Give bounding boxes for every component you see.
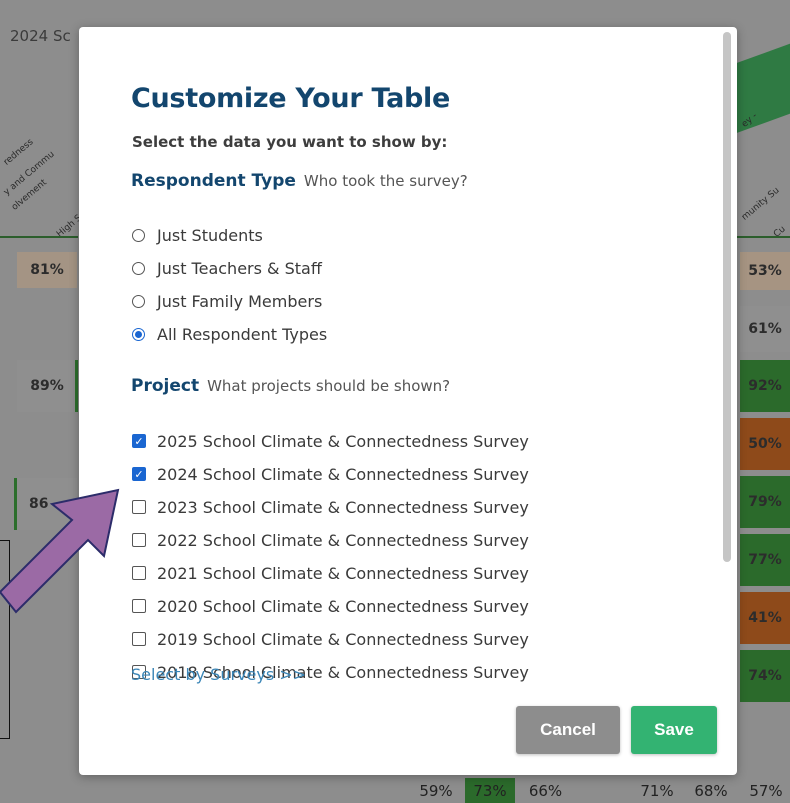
background-title: 2024 Sc	[10, 27, 71, 45]
modal-title: Customize Your Table	[131, 83, 450, 114]
table-cell: 57%	[749, 781, 783, 800]
column-label: munity Su	[740, 185, 782, 223]
checkbox-label: 2023 School Climate & Connectedness Surv…	[157, 497, 529, 517]
radio-just-students[interactable]: Just Students	[132, 223, 263, 247]
radio-all-respondent-types[interactable]: All Respondent Types	[132, 322, 327, 346]
table-cell: 41%	[740, 592, 790, 644]
save-button[interactable]: Save	[631, 706, 717, 754]
checkbox-2025-survey[interactable]: ✓ 2025 School Climate & Connectedness Su…	[132, 429, 529, 453]
radio-button[interactable]	[132, 294, 145, 308]
project-heading: Project What projects should be shown?	[131, 376, 450, 396]
header-divider	[737, 236, 790, 238]
checkbox-2021-survey[interactable]: 2021 School Climate & Connectedness Surv…	[132, 561, 529, 585]
checkbox-2020-survey[interactable]: 2020 School Climate & Connectedness Surv…	[132, 594, 529, 618]
annotation-arrow-icon	[0, 488, 120, 614]
checkbox-label: 2024 School Climate & Connectedness Surv…	[157, 464, 529, 484]
checkbox[interactable]	[132, 500, 146, 514]
section-title: Respondent Type	[131, 171, 296, 191]
checkbox-label: 2020 School Climate & Connectedness Surv…	[157, 596, 529, 616]
table-cell: 79%	[740, 476, 790, 528]
radio-just-teachers-staff[interactable]: Just Teachers & Staff	[132, 256, 322, 280]
table-cell: 53%	[740, 252, 790, 290]
checkbox-checked[interactable]: ✓	[132, 434, 146, 448]
checkbox-2023-survey[interactable]: 2023 School Climate & Connectedness Surv…	[132, 495, 529, 519]
table-cell: 73%	[465, 778, 515, 803]
checkbox-label: 2025 School Climate & Connectedness Surv…	[157, 431, 529, 451]
checkbox-2019-survey[interactable]: 2019 School Climate & Connectedness Surv…	[132, 627, 529, 651]
radio-label: Just Students	[157, 225, 263, 245]
table-cell: 68%	[694, 781, 728, 800]
radio-label: All Respondent Types	[157, 324, 328, 344]
radio-button-selected[interactable]	[132, 327, 145, 341]
checkbox[interactable]	[132, 533, 146, 547]
cell-accent	[75, 360, 78, 412]
column-label: redness	[2, 137, 36, 168]
table-cell: 89%	[17, 360, 77, 412]
checkbox[interactable]	[132, 599, 146, 613]
select-by-surveys-link[interactable]: Select by Surveys >>	[131, 665, 306, 684]
checkbox-2022-survey[interactable]: 2022 School Climate & Connectedness Surv…	[132, 528, 529, 552]
table-cell: 74%	[740, 650, 790, 702]
table-cell: 92%	[740, 360, 790, 412]
checkbox-label: 2019 School Climate & Connectedness Surv…	[157, 629, 529, 649]
table-cell: 59%	[419, 781, 453, 800]
table-cell: 71%	[640, 781, 674, 800]
table-cell: 61%	[740, 306, 790, 352]
customize-table-modal: Customize Your Table Select the data you…	[79, 27, 737, 775]
table-cell: 77%	[740, 534, 790, 586]
table-cell: 81%	[17, 252, 77, 288]
modal-subtitle: Select the data you want to show by:	[132, 133, 448, 151]
respondent-type-heading: Respondent Type Who took the survey?	[131, 171, 468, 191]
checkbox-2024-survey[interactable]: ✓ 2024 School Climate & Connectedness Su…	[132, 462, 529, 486]
checkbox-label: 2021 School Climate & Connectedness Surv…	[157, 563, 529, 583]
checkbox-checked[interactable]: ✓	[132, 467, 146, 481]
table-cell: 66%	[528, 781, 563, 800]
cancel-button[interactable]: Cancel	[516, 706, 620, 754]
radio-label: Just Family Members	[157, 291, 323, 311]
checkbox-label: 2022 School Climate & Connectedness Surv…	[157, 530, 529, 550]
header-divider	[0, 236, 78, 238]
section-title: Project	[131, 376, 200, 396]
radio-just-family-members[interactable]: Just Family Members	[132, 289, 322, 313]
section-hint: Who took the survey?	[303, 172, 468, 190]
modal-scrollbar[interactable]	[723, 32, 731, 562]
section-hint: What projects should be shown?	[207, 377, 451, 395]
radio-label: Just Teachers & Staff	[157, 258, 322, 278]
radio-button[interactable]	[132, 261, 145, 275]
table-cell: 50%	[740, 418, 790, 470]
checkbox[interactable]	[132, 632, 146, 646]
checkbox[interactable]	[132, 566, 146, 580]
radio-button[interactable]	[132, 228, 145, 242]
